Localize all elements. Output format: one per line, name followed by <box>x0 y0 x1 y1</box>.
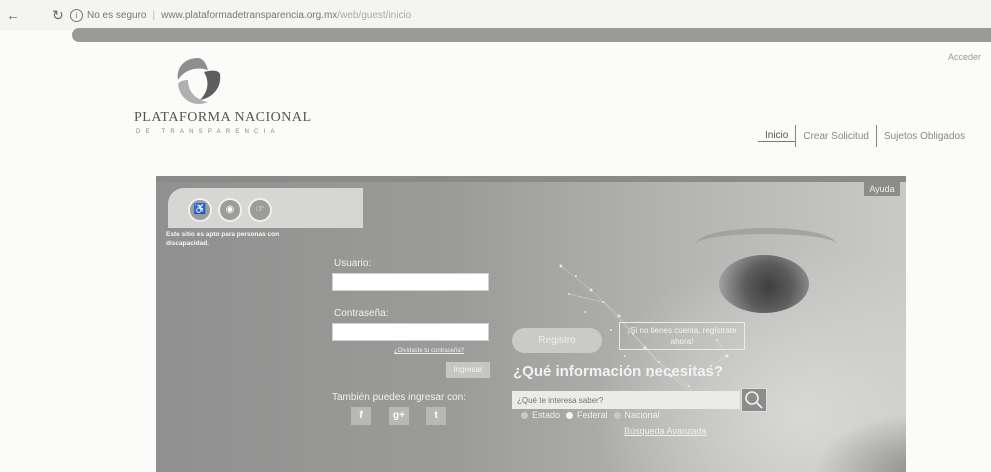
busqueda-avanzada-link[interactable]: Búsqueda Avanzada <box>624 426 706 436</box>
accessibility-panel: ♿ ◉ ☞ <box>168 188 363 228</box>
url-path: /web/guest/inicio <box>337 10 412 21</box>
password-label: Contraseña: <box>334 308 389 319</box>
nav-inicio[interactable]: Inicio <box>758 130 796 142</box>
sign-language-icon[interactable]: ☞ <box>248 198 272 222</box>
radio-nacional[interactable] <box>613 411 621 419</box>
twitter-icon[interactable]: t <box>426 407 446 425</box>
logo-subtitle: DE TRANSPARENCIA <box>136 129 280 135</box>
radio-estado[interactable] <box>521 411 528 419</box>
site-logo[interactable]: PLATAFORMA NACIONAL DE TRANSPARENCIA <box>130 50 311 140</box>
accessibility-text: Este sitio es apto para personas con dis… <box>166 231 280 247</box>
search-icon <box>745 391 763 409</box>
radio-federal[interactable] <box>566 411 574 419</box>
radio-label-estado: Estado <box>532 410 561 420</box>
search-button[interactable] <box>741 388 767 412</box>
search-heading: ¿Qué información necesitas? <box>513 363 724 380</box>
ingresar-button[interactable]: Ingresar <box>446 362 490 378</box>
browser-toolbar: ← ↻ i No es seguro | www.plataformadetransp… <box>0 0 991 30</box>
info-icon[interactable]: i <box>70 8 83 22</box>
ayuda-button[interactable]: Ayuda <box>864 182 900 196</box>
url-text: www.plataformadetransparencia.org.mx <box>161 10 338 21</box>
main-nav: Inicio Crear Solicitud Sujetos Obligados <box>758 125 972 147</box>
nav-crear-solicitud[interactable]: Crear Solicitud <box>796 131 876 142</box>
user-input[interactable] <box>332 273 489 291</box>
registro-button[interactable]: Registro <box>512 328 602 353</box>
logo-mark-icon <box>177 58 221 104</box>
password-input[interactable] <box>332 323 489 341</box>
reload-icon[interactable]: ↻ <box>52 8 64 22</box>
radio-label-federal: Federal <box>577 410 608 420</box>
acceder-link[interactable]: Acceder <box>948 52 981 62</box>
header-band <box>72 28 991 42</box>
radio-label-nacional: Nacional <box>624 410 660 420</box>
hero-banner: Ayuda ♿ ◉ ☞ Este sitio es apto para pers… <box>156 176 906 472</box>
hero-top-strip <box>156 176 906 182</box>
google-plus-icon[interactable]: g+ <box>389 407 409 425</box>
visual-icon[interactable]: ◉ <box>218 198 242 222</box>
forgot-password-link[interactable]: ¿Olvidaste tu contraseña? <box>394 348 464 354</box>
facebook-icon[interactable]: f <box>351 407 371 425</box>
signup-hint-link[interactable]: ¡Si no tienes cuenta, regístrate ahora! <box>619 322 745 350</box>
logo-title: PLATAFORMA NACIONAL <box>134 110 312 125</box>
address-bar[interactable]: i No es seguro | www.plataformadetransparen… <box>70 7 770 24</box>
security-label: No es seguro <box>87 10 147 21</box>
social-login-prompt: También puedes ingresar con: <box>332 392 466 403</box>
back-arrow-icon[interactable]: ← <box>6 8 20 22</box>
nav-sujetos-obligados[interactable]: Sujetos Obligados <box>877 131 972 142</box>
scope-radio-group: Estado Federal Nacional <box>515 410 660 420</box>
user-label: Usuario: <box>334 258 372 269</box>
search-input[interactable] <box>512 391 740 409</box>
hearing-icon[interactable]: ♿ <box>188 198 212 222</box>
